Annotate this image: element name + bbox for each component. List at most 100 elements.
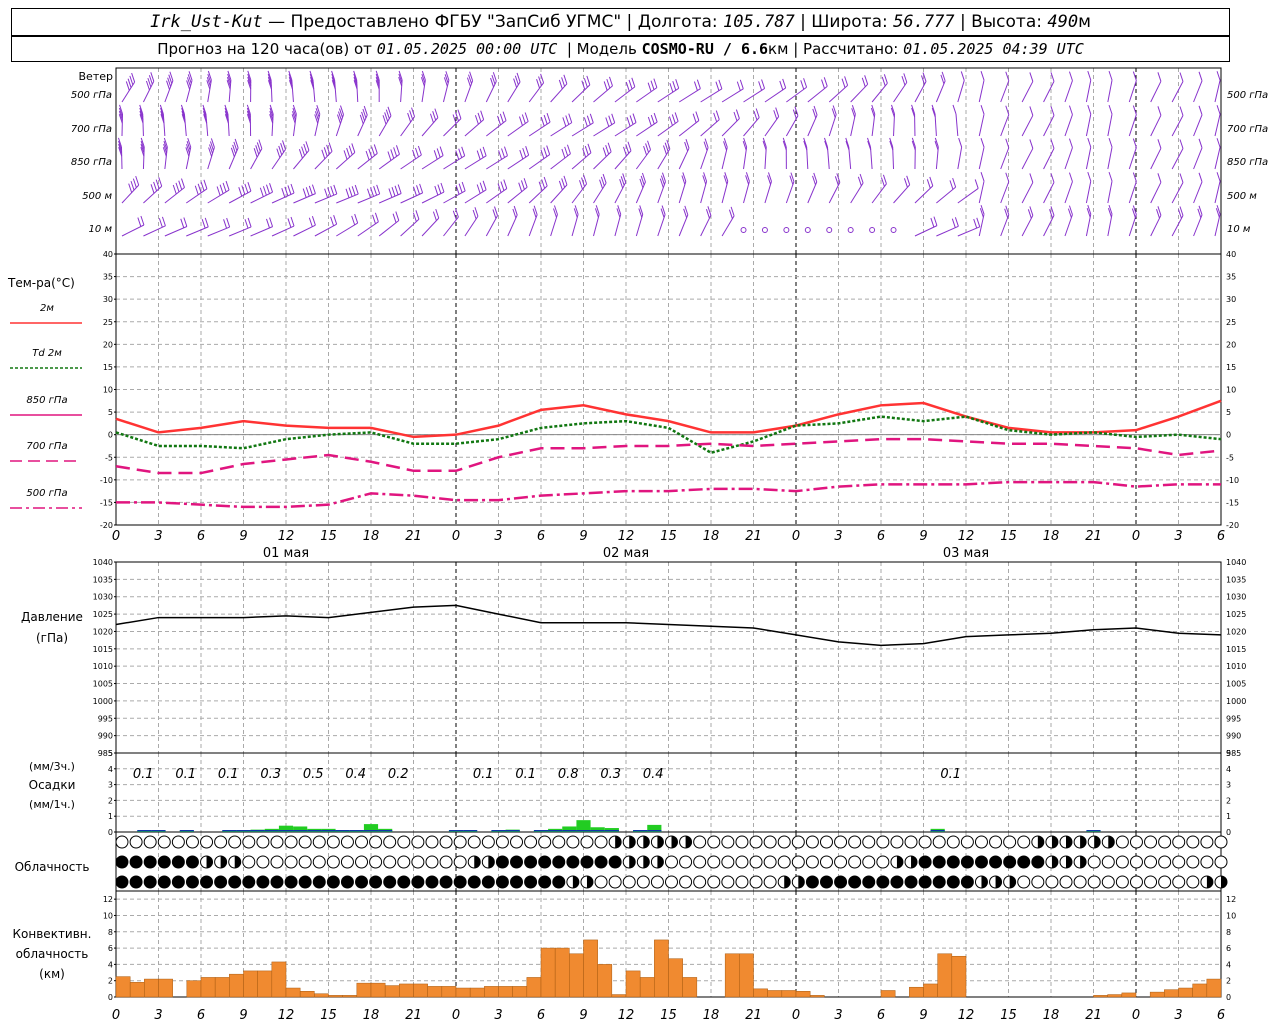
hour-label: 9	[919, 529, 927, 544]
wind-barb-feather	[930, 217, 935, 228]
cloud-symbol	[707, 875, 721, 889]
wind-barb-shaft	[271, 149, 286, 170]
convective-bar	[682, 977, 698, 998]
cloud-symbol-half	[685, 836, 692, 848]
cloud-symbol	[524, 835, 538, 849]
wind-barb-feather	[1087, 137, 1092, 148]
wind-barb-feather	[301, 146, 306, 156]
wind-barb-feather	[518, 116, 523, 126]
wind-barb-feather	[520, 180, 525, 190]
cloud-symbol	[397, 855, 411, 869]
wind-barbs	[117, 70, 1221, 237]
wind-barb-feather	[411, 107, 416, 117]
cloud-symbol	[411, 835, 425, 849]
wind-barb-feather	[183, 217, 188, 227]
wind-barb-shaft	[378, 115, 392, 137]
wind-barb-feather	[669, 82, 674, 93]
wind-barb-feather	[290, 183, 295, 194]
precip-bar-base	[278, 830, 294, 832]
wind-barb-feather	[241, 185, 246, 195]
wind-barb-feather	[305, 141, 310, 151]
wind-barb-feather	[333, 215, 338, 225]
wind-barb-shaft	[955, 113, 959, 137]
wind-barb-feather	[203, 179, 208, 189]
wind-barb-shaft	[678, 147, 690, 170]
wind-barb-feather	[735, 109, 740, 119]
wind-barb-feather	[125, 81, 130, 91]
wind-barb-feather	[388, 188, 393, 198]
cloud-symbol-half	[1206, 876, 1213, 888]
wind-barb-feather	[674, 112, 679, 122]
wind-barb-feather	[1068, 172, 1073, 182]
wind-barb-shaft	[378, 193, 402, 204]
cloud-symbol	[1101, 855, 1115, 869]
wind-barb-feather	[330, 186, 335, 196]
wind-barb-shaft	[850, 182, 864, 204]
wind-barb-shaft	[164, 80, 174, 103]
wind-barb-shaft	[228, 190, 252, 204]
wind-barb-feather	[929, 176, 934, 187]
cloud-symbol	[665, 875, 678, 889]
wind-barb-shaft	[743, 88, 765, 103]
cloud-symbol	[552, 855, 566, 869]
wind-barb-shaft	[893, 113, 895, 137]
cloud-symbol	[185, 875, 199, 889]
y-tick-label-right: 995	[1226, 714, 1241, 723]
wind-barb-feather	[392, 213, 397, 223]
wind-barb-feather	[952, 177, 957, 188]
precip-bar-base	[463, 830, 478, 832]
wind-barb-feather	[482, 180, 487, 190]
wind-barb-feather	[881, 76, 886, 87]
wind-barb-feather	[647, 82, 652, 92]
precip-bar-base	[1086, 830, 1101, 832]
y-tick-label-left: 0	[108, 828, 113, 837]
cloud-symbol	[256, 875, 270, 889]
y-tick-label-left: 3	[108, 781, 113, 790]
wind-barb-shaft	[1107, 181, 1113, 204]
wind-barb-shaft	[486, 188, 508, 204]
wind-barb-shaft	[314, 193, 338, 204]
wind-barb-shaft	[871, 82, 888, 103]
cloud-symbol	[862, 835, 876, 849]
cloud-symbol	[974, 855, 988, 869]
wind-barb-shaft	[826, 146, 830, 170]
wind-barb-feather	[906, 175, 911, 185]
wind-barb-feather	[605, 117, 610, 127]
cloud-symbol	[665, 855, 678, 869]
wind-barb-feather	[371, 146, 376, 156]
wind-barb-shaft	[764, 146, 767, 170]
cloud-symbols	[115, 835, 1228, 889]
wind-barb-feather	[951, 218, 956, 228]
cloud-symbol	[819, 855, 833, 869]
hour-label: 3	[154, 1008, 162, 1023]
precip-bar-base	[930, 830, 945, 832]
cloud-symbol	[721, 875, 735, 889]
wind-barb-shaft	[1128, 147, 1137, 170]
cloud-symbol-half	[234, 856, 241, 868]
wind-barb-feather	[626, 117, 631, 127]
wind-barb-feather	[958, 137, 963, 148]
wind-barb-feather	[343, 150, 348, 160]
convective-bar	[554, 947, 570, 998]
wind-barb-feather	[857, 176, 862, 186]
cloud-symbol	[1144, 855, 1158, 869]
cloud-symbol	[1087, 855, 1101, 869]
wind-barb-feather	[500, 181, 505, 191]
wind-barb-feather	[561, 178, 566, 188]
cloud-symbol	[1158, 875, 1172, 889]
wind-barb-shaft	[464, 80, 474, 103]
wind-barb-feather	[458, 183, 463, 193]
wind-barb-feather	[407, 112, 412, 123]
wind-level-label-left: 700 гПа	[71, 124, 112, 135]
pressure-title: Давление	[21, 610, 83, 624]
precip-3h-value: 0.1	[133, 767, 154, 782]
wind-barb-shaft	[1021, 115, 1034, 137]
wind-barb-shaft	[336, 193, 359, 204]
precip-unit-1h: (мм/1ч.)	[29, 798, 75, 811]
y-tick-label-right: 30	[1226, 295, 1236, 304]
cloud-symbol	[989, 855, 1003, 869]
wind-barb-feather	[395, 211, 400, 221]
cloud-symbol	[1158, 855, 1172, 869]
wind-barb-feather	[901, 75, 906, 86]
cloud-symbol	[749, 875, 763, 889]
